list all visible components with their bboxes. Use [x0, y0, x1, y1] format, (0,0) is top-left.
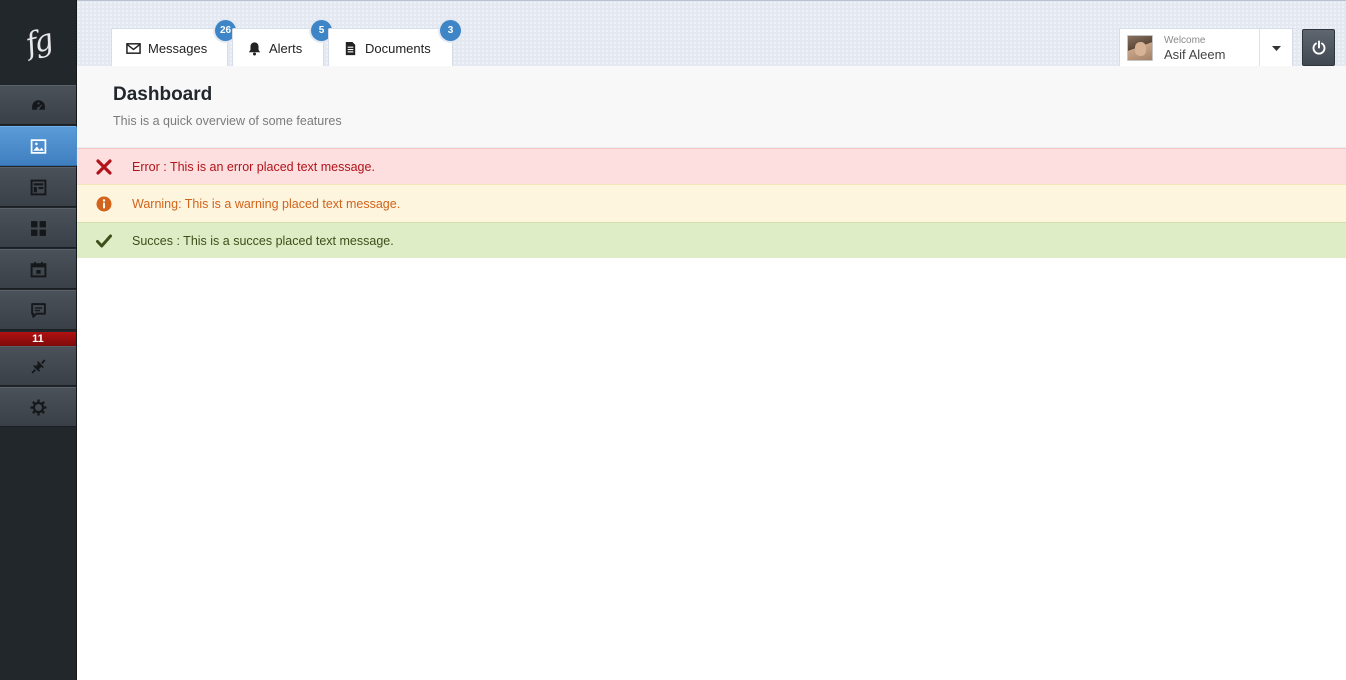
- logo-text: fg: [21, 22, 55, 63]
- tab-messages[interactable]: Messages 26: [111, 20, 236, 67]
- gear-icon: [30, 399, 46, 415]
- logout-button[interactable]: [1302, 29, 1335, 66]
- sidebar-item-settings[interactable]: [0, 387, 76, 427]
- user-menu-toggle[interactable]: [1259, 29, 1292, 68]
- sidebar-item-chat[interactable]: [0, 290, 76, 330]
- calendar-icon: [30, 261, 46, 277]
- top-bar: Messages 26 Alerts 5 Documents 3 Welcome…: [77, 0, 1346, 68]
- sidebar-item-widgets[interactable]: [0, 208, 76, 248]
- warning-alert-text: Warning: This is a warning placed text m…: [132, 196, 401, 211]
- avatar: [1127, 35, 1153, 61]
- layout-icon: [30, 179, 46, 195]
- tab-alerts[interactable]: Alerts 5: [232, 20, 332, 67]
- page-subtitle: This is a quick overview of some feature…: [113, 114, 342, 128]
- success-alert-text: Succes : This is a succes placed text me…: [132, 233, 394, 248]
- checkmark-icon: [96, 234, 112, 248]
- power-icon: [1312, 40, 1325, 54]
- success-alert: Succes : This is a succes placed text me…: [77, 222, 1346, 258]
- envelope-icon: [126, 42, 141, 54]
- tab-alerts-label: Alerts: [269, 40, 303, 56]
- grid-icon: [30, 220, 46, 236]
- error-alert-text: Error : This is an error placed text mes…: [132, 159, 375, 174]
- tab-documents[interactable]: Documents 3: [328, 20, 461, 67]
- warning-info-icon: [96, 196, 112, 212]
- sidebar-item-gallery[interactable]: [0, 126, 96, 166]
- dashboard-gauge-icon: [31, 99, 45, 110]
- user-name: Asif Aleem: [1164, 46, 1226, 62]
- chevron-down-icon: [1271, 45, 1281, 51]
- document-icon: [345, 41, 356, 55]
- tab-documents-label: Documents: [365, 40, 431, 56]
- bell-icon: [248, 41, 261, 55]
- chat-count-badge: 11: [0, 332, 76, 346]
- page-title: Dashboard: [113, 84, 213, 105]
- user-menu[interactable]: Welcome Asif Aleem: [1119, 28, 1293, 68]
- sidebar: fg 11: [0, 0, 96, 680]
- sidebar-item-plugins[interactable]: [0, 346, 76, 386]
- plug-icon: [30, 358, 46, 374]
- tab-messages-label: Messages: [148, 40, 208, 56]
- app-logo[interactable]: fg: [0, 0, 76, 85]
- user-welcome-label: Welcome: [1164, 34, 1206, 46]
- error-alert: Error : This is an error placed text mes…: [77, 148, 1346, 184]
- page-header: Dashboard This is a quick overview of so…: [77, 66, 1346, 148]
- image-gallery-icon: [30, 138, 46, 154]
- sidebar-item-dashboard[interactable]: [0, 85, 76, 125]
- chat-icon: [30, 302, 46, 318]
- error-x-icon: [96, 159, 112, 175]
- documents-count-badge: 3: [440, 20, 461, 41]
- sidebar-item-layout[interactable]: [0, 167, 76, 207]
- warning-alert: Warning: This is a warning placed text m…: [77, 184, 1346, 222]
- sidebar-item-calendar[interactable]: [0, 249, 76, 289]
